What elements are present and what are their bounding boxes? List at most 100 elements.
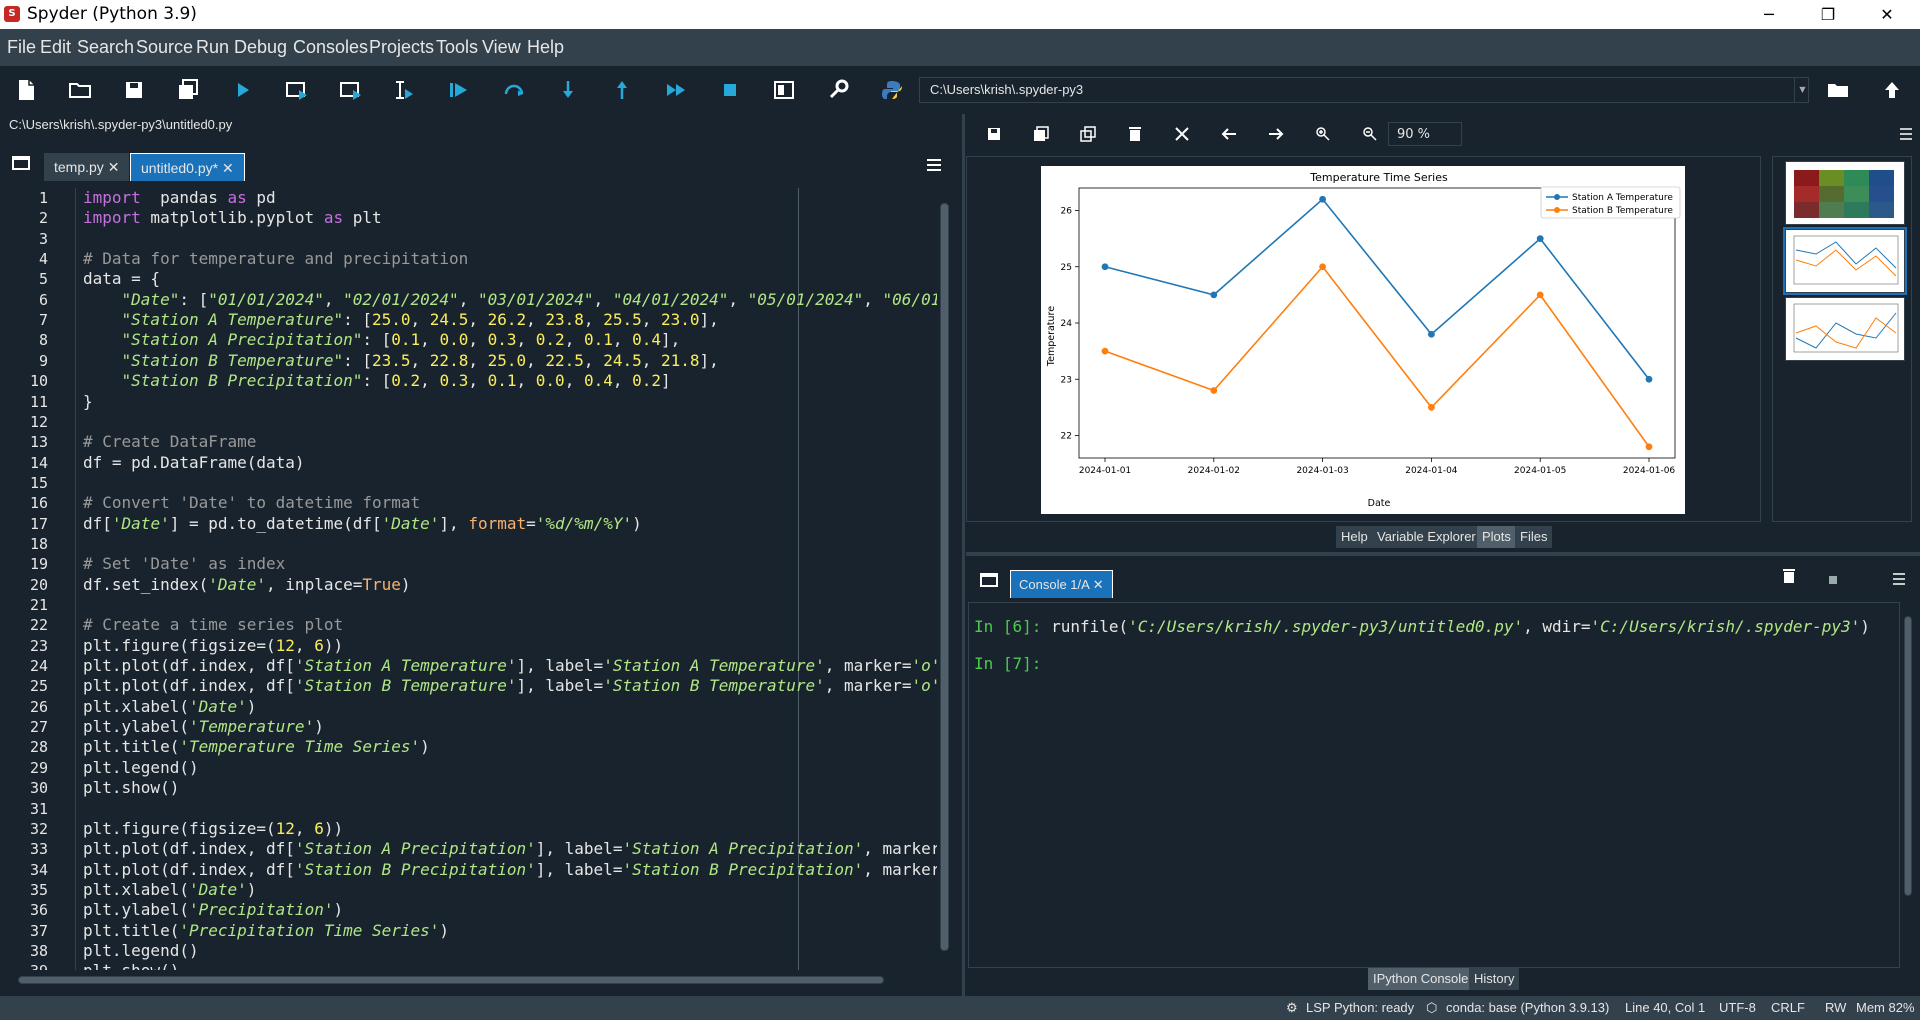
run-selection-icon[interactable] (391, 76, 419, 104)
browse-console-tabs-icon[interactable] (980, 572, 998, 588)
menu-view[interactable]: View (482, 37, 521, 58)
open-file-icon[interactable] (66, 76, 94, 104)
tab-temp-py[interactable]: temp.py ✕ (44, 153, 130, 181)
menu-consoles[interactable]: Consoles (293, 37, 368, 58)
python-path-manager-icon[interactable] (878, 76, 906, 104)
previous-plot-icon[interactable] (1215, 120, 1243, 148)
menu-run[interactable]: Run (196, 37, 229, 58)
restore-button[interactable]: ❐ (1799, 0, 1857, 29)
browse-folder-icon[interactable] (1824, 76, 1852, 104)
code-line: plt.figure(figsize=(12, 6)) (83, 818, 344, 838)
editor-horizontal-scrollbar[interactable] (4, 973, 939, 987)
legend-series-a: Station A Temperature (1572, 193, 1673, 203)
data-point (1101, 347, 1109, 355)
menu-search[interactable]: Search (77, 37, 134, 58)
console-options-menu-icon[interactable] (1892, 570, 1906, 585)
data-point (1645, 375, 1653, 383)
menu-file[interactable]: File (7, 37, 36, 58)
zoom-level-field[interactable]: 90 % (1388, 122, 1462, 146)
interrupt-kernel-icon[interactable] (1828, 570, 1840, 584)
save-plot-icon[interactable] (980, 120, 1008, 148)
tab-files[interactable]: Files (1515, 526, 1553, 548)
next-plot-icon[interactable] (1262, 120, 1290, 148)
save-icon[interactable] (120, 76, 148, 104)
menu-debug[interactable]: Debug (234, 37, 287, 58)
debug-continue-icon[interactable] (662, 76, 690, 104)
copy-plot-icon[interactable] (1074, 120, 1102, 148)
stop-debug-icon[interactable] (716, 76, 744, 104)
input-prompt: In [6]: (974, 617, 1042, 636)
lsp-status[interactable]: LSP Python: ready (1306, 1000, 1414, 1015)
legend-series-b: Station B Temperature (1572, 206, 1673, 216)
new-file-icon[interactable] (12, 76, 40, 104)
minimize-button[interactable]: ─ (1740, 0, 1798, 29)
console-current-prompt: In [7]: (974, 654, 1041, 673)
pane-splitter[interactable] (962, 114, 965, 996)
run-cell-icon[interactable] (283, 76, 311, 104)
debug-file-icon[interactable] (445, 76, 473, 104)
debug-step-over-icon[interactable] (500, 76, 528, 104)
remove-console-icon[interactable] (1782, 568, 1798, 584)
editor-options-menu-icon[interactable] (926, 157, 942, 171)
preferences-wrench-icon[interactable] (824, 76, 852, 104)
maximize-pane-icon[interactable] (770, 76, 798, 104)
input-prompt: In [7]: (974, 654, 1042, 673)
data-point (1536, 291, 1544, 299)
plots-options-menu-icon[interactable] (1892, 120, 1920, 148)
close-tab-icon[interactable]: ✕ (108, 159, 120, 175)
line-number: 9 (38, 351, 48, 370)
console-scrollbar[interactable] (1902, 606, 1914, 966)
line-number: 26 (29, 697, 48, 716)
save-all-plots-icon[interactable] (1027, 120, 1055, 148)
close-tab-icon[interactable]: ✕ (222, 160, 234, 176)
run-cell-advance-icon[interactable] (337, 76, 365, 104)
browse-tabs-icon[interactable] (12, 155, 30, 171)
save-all-icon[interactable] (174, 76, 202, 104)
plot-thumbnail-precipitation[interactable] (1785, 297, 1905, 361)
scrollbar-thumb[interactable] (940, 203, 949, 951)
parent-directory-icon[interactable] (1878, 76, 1906, 104)
conda-env-status[interactable]: conda: base (Python 3.9.13) (1446, 1000, 1609, 1015)
line-number: 18 (29, 534, 48, 553)
close-window-button[interactable]: ✕ (1858, 0, 1916, 29)
working-directory-field[interactable]: C:\Users\krish\.spyder-py3 (919, 77, 1809, 103)
scrollbar-thumb[interactable] (1904, 616, 1912, 896)
zoom-in-icon[interactable] (1309, 120, 1337, 148)
debug-step-into-icon[interactable] (554, 76, 582, 104)
tab-untitled0-py[interactable]: untitled0.py* ✕ (130, 153, 245, 181)
ipython-console[interactable]: In [6]: runfile('C:/Users/krish/.spyder-… (968, 602, 1900, 968)
data-point (1210, 387, 1218, 394)
console-pane-tabs: IPython Console History (966, 968, 1920, 992)
remove-all-plots-icon[interactable] (1168, 120, 1196, 148)
menu-projects[interactable]: Projects (369, 37, 434, 58)
editor-vertical-scrollbar[interactable] (937, 188, 951, 970)
zoom-out-icon[interactable] (1356, 120, 1384, 148)
console-command-end: ) (1860, 617, 1870, 636)
tab-variable-explorer[interactable]: Variable Explorer (1372, 526, 1481, 548)
tab-help[interactable]: Help (1336, 526, 1373, 548)
tab-ipython-console[interactable]: IPython Console (1368, 968, 1474, 990)
remove-plot-icon[interactable] (1121, 120, 1149, 148)
scrollbar-thumb[interactable] (18, 976, 884, 984)
menu-edit[interactable]: Edit (40, 37, 71, 58)
console-command-mid: , wdir= (1523, 617, 1591, 636)
tab-plots[interactable]: Plots (1477, 526, 1516, 548)
editor-file-path: C:\Users\krish\.spyder-py3\untitled0.py (9, 117, 233, 132)
working-directory-dropdown-icon[interactable]: ▼ (1794, 77, 1810, 103)
line-number: 31 (29, 799, 48, 818)
run-file-icon[interactable] (229, 76, 257, 104)
menu-tools[interactable]: Tools (436, 37, 478, 58)
plot-thumbnail-heatmap[interactable] (1785, 161, 1905, 225)
menu-help[interactable]: Help (527, 37, 564, 58)
code-editor[interactable]: 1 2 3 4 5 6 7 8 9 10 11 12 13 14 15 16 17 18 19 20 21 22 23 24 2… (4, 188, 939, 970)
plot-thumbnail-temperature[interactable] (1783, 227, 1907, 295)
debug-step-return-icon[interactable] (608, 76, 636, 104)
tab-history[interactable]: History (1469, 968, 1520, 990)
line-number: 13 (29, 433, 48, 452)
code-line: # Set 'Date' as index (83, 554, 286, 574)
close-console-tab-icon[interactable]: ✕ (1093, 577, 1104, 592)
code-line: "Station A Temperature": [25.0, 24.5, 26… (121, 310, 719, 330)
tab-console-1a[interactable]: Console 1/A ✕ (1010, 570, 1113, 598)
data-point (1428, 403, 1435, 411)
menu-source[interactable]: Source (136, 37, 193, 58)
